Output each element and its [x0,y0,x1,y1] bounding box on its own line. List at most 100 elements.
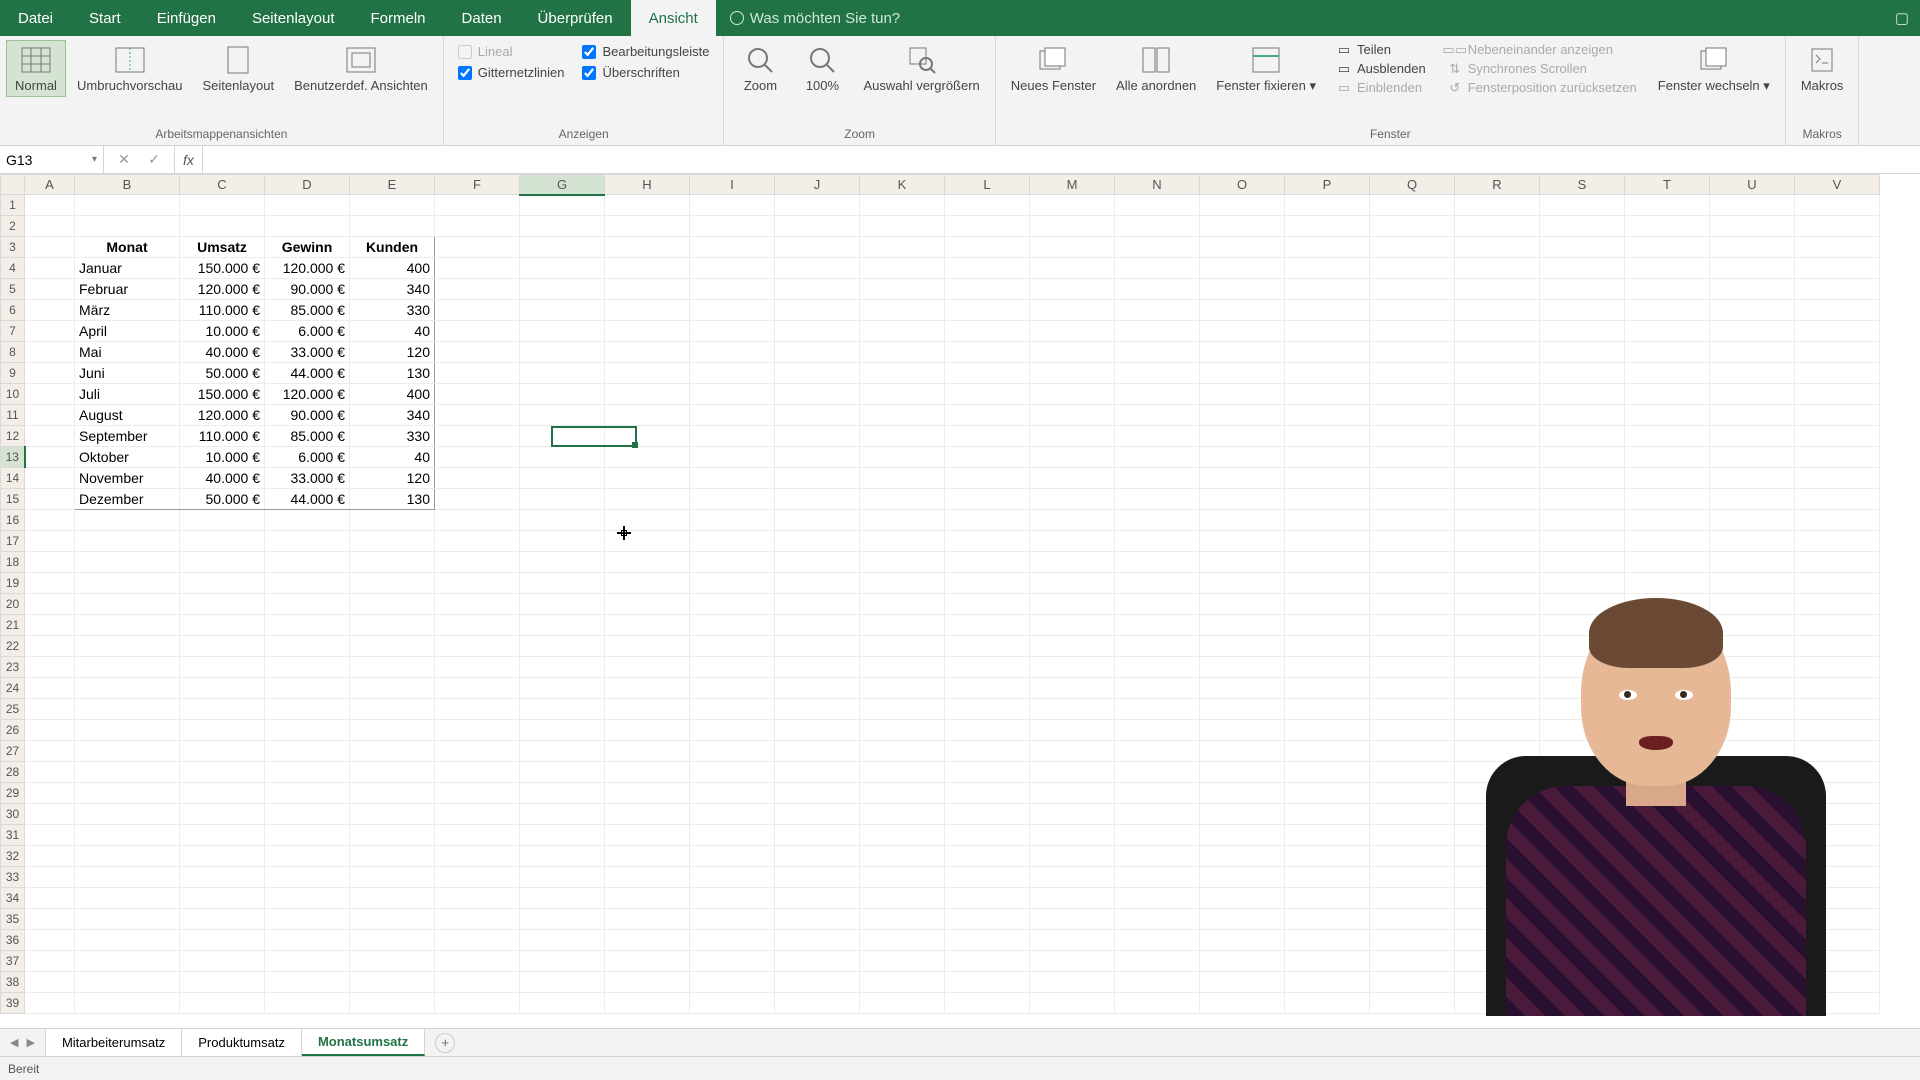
cell-O25[interactable] [1200,699,1285,720]
row-header-32[interactable]: 32 [1,846,25,867]
cell-P22[interactable] [1285,636,1370,657]
cell-M23[interactable] [1030,657,1115,678]
cell-J15[interactable] [775,489,860,510]
cell-J34[interactable] [775,888,860,909]
cell-N10[interactable] [1115,384,1200,405]
row-header-10[interactable]: 10 [1,384,25,405]
grid-area[interactable]: ABCDEFGHIJKLMNOPQRSTUV 123MonatUmsatzGew… [0,174,1920,1028]
cell-L16[interactable] [945,510,1030,531]
cell-B19[interactable] [75,573,180,594]
cell-S1[interactable] [1540,195,1625,216]
formula-input[interactable] [209,152,1914,168]
row-header-28[interactable]: 28 [1,762,25,783]
cell-J3[interactable] [775,237,860,258]
cell-U1[interactable] [1710,195,1795,216]
cell-P21[interactable] [1285,615,1370,636]
cell-E30[interactable] [350,804,435,825]
cell-A14[interactable] [25,468,75,489]
cell-E25[interactable] [350,699,435,720]
cell-D1[interactable] [265,195,350,216]
cell-H17[interactable] [605,531,690,552]
cell-I27[interactable] [690,741,775,762]
cell-C2[interactable] [180,216,265,237]
view-pagebreak-button[interactable]: Umbruchvorschau [68,40,192,97]
cell-O32[interactable] [1200,846,1285,867]
cell-A36[interactable] [25,930,75,951]
cell-H12[interactable] [605,426,690,447]
cell-E1[interactable] [350,195,435,216]
tab-formeln[interactable]: Formeln [353,0,444,36]
cell-I38[interactable] [690,972,775,993]
cell-B34[interactable] [75,888,180,909]
cell-H9[interactable] [605,363,690,384]
cell-G28[interactable] [520,762,605,783]
cell-L29[interactable] [945,783,1030,804]
cell-R2[interactable] [1455,216,1540,237]
cell-C15[interactable]: 50.000 € [180,489,265,510]
row-header-13[interactable]: 13 [1,447,25,468]
cell-J14[interactable] [775,468,860,489]
cell-D7[interactable]: 6.000 € [265,321,350,342]
cell-P36[interactable] [1285,930,1370,951]
cell-D23[interactable] [265,657,350,678]
cell-E32[interactable] [350,846,435,867]
cell-H39[interactable] [605,993,690,1014]
cell-G10[interactable] [520,384,605,405]
cell-P39[interactable] [1285,993,1370,1014]
cell-O34[interactable] [1200,888,1285,909]
cell-C9[interactable]: 50.000 € [180,363,265,384]
cell-O24[interactable] [1200,678,1285,699]
cell-O3[interactable] [1200,237,1285,258]
cell-T15[interactable] [1625,489,1710,510]
cell-G39[interactable] [520,993,605,1014]
cell-I8[interactable] [690,342,775,363]
cell-T17[interactable] [1625,531,1710,552]
cell-N28[interactable] [1115,762,1200,783]
chk-ueberschriften-box[interactable] [582,66,596,80]
cell-F17[interactable] [435,531,520,552]
cell-M17[interactable] [1030,531,1115,552]
col-header-T[interactable]: T [1625,175,1710,195]
cell-F36[interactable] [435,930,520,951]
cell-Q1[interactable] [1370,195,1455,216]
cell-G18[interactable] [520,552,605,573]
cell-C14[interactable]: 40.000 € [180,468,265,489]
cell-B13[interactable]: Oktober [75,447,180,468]
row-header-29[interactable]: 29 [1,783,25,804]
cell-A15[interactable] [25,489,75,510]
cell-N33[interactable] [1115,867,1200,888]
cell-P28[interactable] [1285,762,1370,783]
cell-G26[interactable] [520,720,605,741]
cell-R8[interactable] [1455,342,1540,363]
cell-C5[interactable]: 120.000 € [180,279,265,300]
cell-E36[interactable] [350,930,435,951]
cell-I39[interactable] [690,993,775,1014]
cell-E12[interactable]: 330 [350,426,435,447]
cell-V1[interactable] [1795,195,1880,216]
cell-F39[interactable] [435,993,520,1014]
cell-J35[interactable] [775,909,860,930]
cell-N15[interactable] [1115,489,1200,510]
cell-C34[interactable] [180,888,265,909]
cell-K23[interactable] [860,657,945,678]
cell-P29[interactable] [1285,783,1370,804]
cell-B9[interactable]: Juni [75,363,180,384]
cell-F7[interactable] [435,321,520,342]
cell-F18[interactable] [435,552,520,573]
cell-J19[interactable] [775,573,860,594]
cell-J9[interactable] [775,363,860,384]
cell-V5[interactable] [1795,279,1880,300]
cell-A4[interactable] [25,258,75,279]
cell-L38[interactable] [945,972,1030,993]
cell-E20[interactable] [350,594,435,615]
cell-S13[interactable] [1540,447,1625,468]
cell-O22[interactable] [1200,636,1285,657]
cell-E14[interactable]: 120 [350,468,435,489]
cell-C16[interactable] [180,510,265,531]
cell-H32[interactable] [605,846,690,867]
cell-S17[interactable] [1540,531,1625,552]
cell-K12[interactable] [860,426,945,447]
row-header-30[interactable]: 30 [1,804,25,825]
cell-P35[interactable] [1285,909,1370,930]
cell-Q3[interactable] [1370,237,1455,258]
